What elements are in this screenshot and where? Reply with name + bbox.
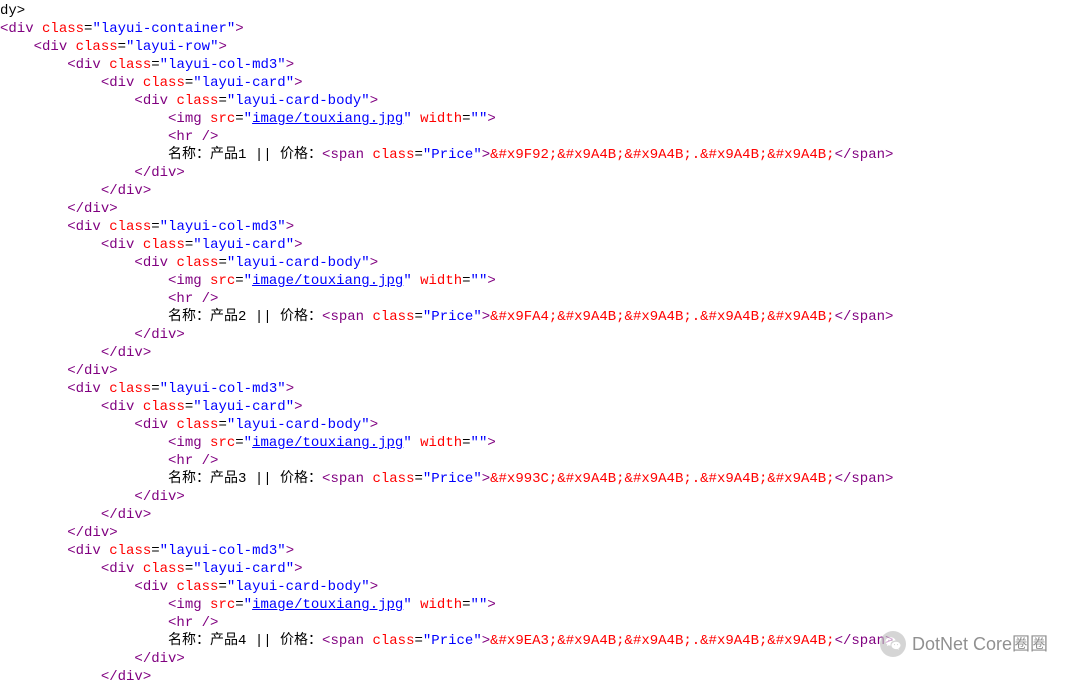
html-source-view: dy> <div class="layui-container"> <div c… xyxy=(0,0,1070,694)
